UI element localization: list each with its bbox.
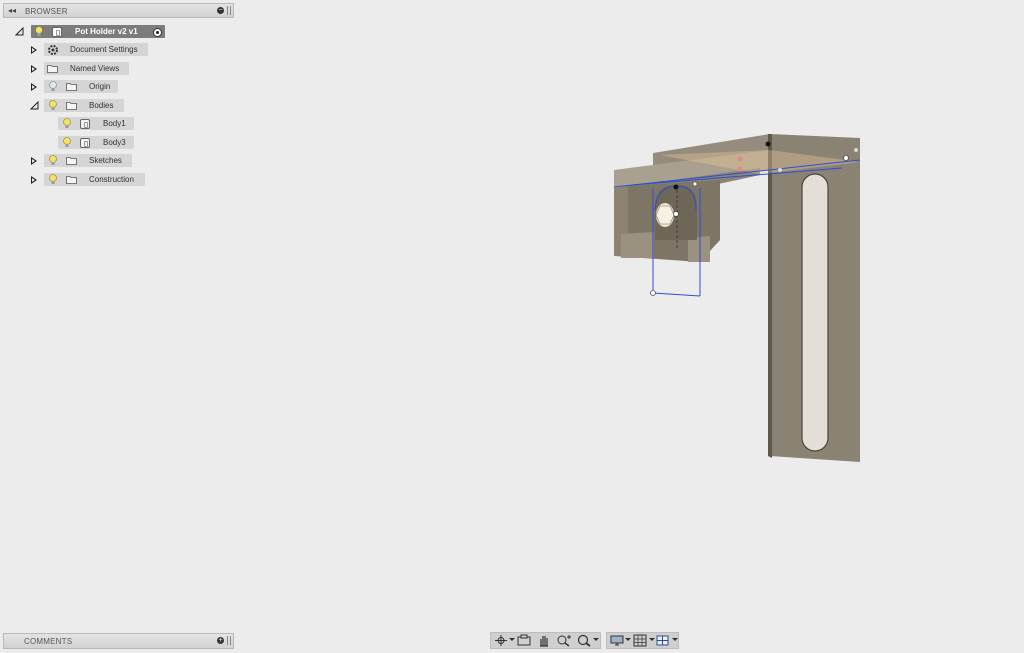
collapsed-triangle-icon[interactable] [31, 157, 37, 165]
constraint-point[interactable] [737, 166, 743, 172]
vertical-plate-edge [768, 134, 772, 458]
panel-grip-icon[interactable] [227, 6, 231, 15]
tree-item-sketches[interactable]: Sketches [30, 154, 134, 168]
grid-icon[interactable] [632, 634, 648, 647]
lightbulb-icon[interactable] [62, 137, 72, 148]
component-icon [52, 27, 62, 37]
item-label: Document Settings [70, 45, 138, 54]
tree-item-body3[interactable]: Body3 [58, 136, 138, 150]
expanded-triangle-icon[interactable] [30, 101, 39, 110]
minimize-icon[interactable]: − [217, 7, 224, 14]
collapsed-triangle-icon[interactable] [31, 176, 37, 184]
comments-panel-header[interactable]: COMMENTS + [3, 633, 234, 649]
item-label: Bodies [89, 101, 114, 110]
collapsed-triangle-icon[interactable] [31, 83, 37, 91]
chevron-down-icon[interactable] [672, 638, 678, 641]
tree-item-document-settings[interactable]: Document Settings [30, 43, 150, 57]
folder-icon [66, 83, 77, 91]
orbit-icon[interactable] [493, 634, 509, 647]
folder-icon [66, 102, 77, 110]
comments-title: COMMENTS [24, 637, 73, 646]
add-comment-icon[interactable]: + [217, 637, 224, 644]
lightbulb-icon[interactable] [34, 26, 44, 37]
browser-panel-header: ◂◂ BROWSER − [3, 3, 234, 18]
expanded-triangle-icon[interactable] [15, 27, 24, 36]
collapsed-triangle-icon[interactable] [31, 65, 37, 73]
slot-cutout [801, 173, 829, 452]
sketch-point[interactable] [692, 181, 698, 187]
tree-item-bodies[interactable]: Bodies [30, 99, 126, 113]
tree-item-construction[interactable]: Construction [30, 173, 147, 187]
tree-item-body1[interactable]: Body1 [58, 117, 138, 131]
panel-grip-icon[interactable] [227, 636, 231, 645]
tree-item-named-views[interactable]: Named Views [30, 62, 130, 76]
item-label: Body3 [103, 138, 126, 147]
model-viewport[interactable] [600, 125, 870, 470]
display-settings-icon[interactable] [609, 634, 625, 647]
collapsed-triangle-icon[interactable] [31, 46, 37, 54]
lightbulb-icon[interactable] [48, 174, 58, 185]
chevron-down-icon[interactable] [509, 638, 515, 641]
sketch-point[interactable] [778, 168, 782, 172]
sketch-point[interactable] [854, 148, 858, 152]
folder-icon [66, 176, 77, 184]
item-label: Body1 [103, 119, 126, 128]
sketch-point[interactable] [673, 211, 679, 217]
left-foot[interactable] [621, 232, 654, 258]
lightbulb-icon[interactable] [62, 118, 72, 129]
item-label: Construction [89, 175, 134, 184]
item-label: Origin [89, 82, 111, 91]
tree-root[interactable]: Pot Holder v2 v1 [14, 25, 174, 39]
folder-icon [66, 157, 77, 165]
tree-item-origin[interactable]: Origin [30, 80, 120, 94]
body-icon [80, 119, 90, 129]
sketch-point[interactable] [673, 184, 679, 190]
sketch-point[interactable] [765, 141, 771, 147]
gear-icon [48, 45, 58, 55]
lightbulb-icon[interactable] [48, 100, 58, 111]
lightbulb-icon[interactable] [48, 155, 58, 166]
display-toolbar [606, 632, 679, 649]
lightbulb-off-icon[interactable] [48, 81, 58, 92]
root-label: Pot Holder v2 v1 [75, 27, 138, 36]
hex-nut-hole [655, 205, 675, 225]
item-label: Sketches [89, 156, 122, 165]
sketch-point[interactable] [650, 290, 656, 296]
sketch-point[interactable] [843, 155, 849, 161]
constraint-point[interactable] [737, 156, 743, 162]
body-icon [80, 138, 90, 148]
zoom-window-icon[interactable] [576, 634, 592, 647]
pan-icon[interactable] [536, 634, 552, 647]
collapse-panel-icon[interactable]: ◂◂ [8, 6, 16, 15]
zoom-icon[interactable] [556, 634, 572, 647]
chevron-down-icon[interactable] [625, 638, 631, 641]
navigation-toolbar [490, 632, 601, 649]
item-label: Named Views [70, 64, 120, 73]
browser-title: BROWSER [25, 7, 68, 16]
look-at-icon[interactable] [516, 634, 532, 647]
chevron-down-icon[interactable] [593, 638, 599, 641]
activate-radio-icon[interactable] [153, 28, 162, 37]
folder-icon [47, 65, 58, 73]
viewports-icon[interactable] [655, 634, 671, 647]
